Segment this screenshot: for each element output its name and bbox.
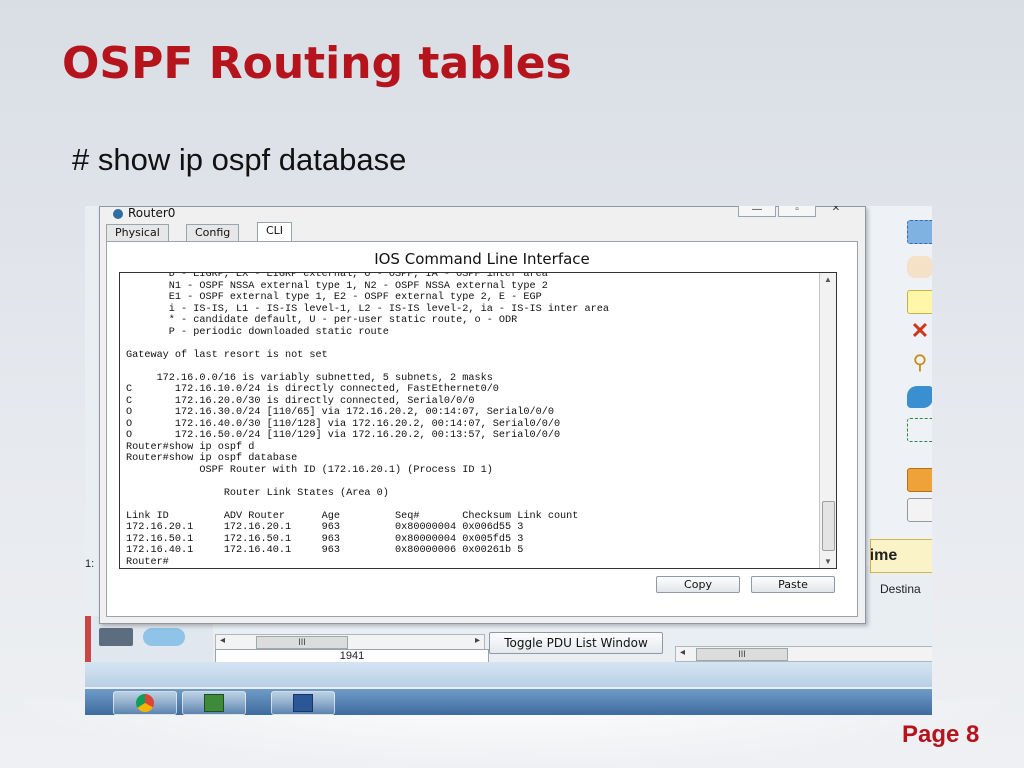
paste-button[interactable]: Paste bbox=[751, 576, 835, 593]
realtime-mode-tab[interactable]: altime bbox=[870, 539, 932, 573]
delete-tool-icon[interactable]: ✕ bbox=[907, 320, 932, 342]
word-taskbar-button[interactable] bbox=[271, 691, 335, 715]
scroll-up-arrow-icon[interactable]: ▲ bbox=[824, 275, 832, 284]
cli-heading: IOS Command Line Interface bbox=[374, 250, 590, 268]
pdu-scroll-left-arrow-icon[interactable]: ◂ bbox=[680, 647, 685, 658]
zoom-tool-icon[interactable]: ⚲ bbox=[907, 352, 932, 374]
cli-console[interactable]: D - EIGRP, EX - EIGRP external, O - OSPF… bbox=[119, 272, 837, 569]
side-label: 1: bbox=[85, 558, 95, 570]
page-number: Page 8 bbox=[902, 721, 980, 748]
scroll-left-arrow-icon[interactable]: ◂ bbox=[220, 635, 225, 646]
console-scroll-thumb[interactable] bbox=[822, 501, 835, 551]
note-tool-icon[interactable] bbox=[907, 290, 932, 314]
realtime-label: altime bbox=[870, 547, 898, 564]
copy-button[interactable]: Copy bbox=[656, 576, 740, 593]
chrome-taskbar-button[interactable] bbox=[113, 691, 177, 715]
packet-tracer-taskbar-button[interactable] bbox=[182, 691, 246, 715]
resize-tool-icon[interactable] bbox=[907, 418, 932, 442]
scroll-right-arrow-icon[interactable]: ▸ bbox=[475, 635, 480, 646]
pdu-scroll-thumb[interactable]: III bbox=[696, 648, 788, 661]
packet-tracer-icon bbox=[204, 694, 224, 712]
device-list-scrollbar[interactable]: ◂ III ▸ bbox=[215, 634, 485, 650]
tab-cli[interactable]: CLI bbox=[257, 222, 293, 242]
router-window-icon bbox=[112, 207, 124, 219]
add-simple-pdu-icon[interactable] bbox=[907, 468, 932, 492]
tab-config[interactable]: Config bbox=[186, 224, 240, 241]
packet-tracer-screenshot: ✕ ⚲ altime Destina 1: ◂ III ▸ 1941 Toggl… bbox=[85, 206, 932, 715]
word-icon bbox=[293, 694, 313, 712]
close-button[interactable]: ✕ bbox=[818, 206, 854, 215]
minimize-button[interactable]: — bbox=[738, 206, 776, 217]
scroll-down-arrow-icon[interactable]: ▼ bbox=[824, 557, 832, 566]
cli-panel: IOS Command Line Interface D - EIGRP, EX… bbox=[106, 241, 858, 617]
slide-title: OSPF Routing tables bbox=[62, 38, 572, 89]
maximize-button[interactable]: ▫ bbox=[778, 206, 816, 217]
slide-bullet: # show ip ospf database bbox=[72, 142, 407, 177]
select-tool-icon[interactable] bbox=[907, 220, 932, 244]
window-title: Router0 bbox=[128, 206, 176, 220]
scroll-thumb[interactable]: III bbox=[256, 636, 348, 649]
add-complex-pdu-icon[interactable] bbox=[907, 498, 932, 522]
lower-workspace-strip bbox=[85, 662, 932, 687]
console-scrollbar[interactable]: ▲ ▼ bbox=[819, 273, 836, 568]
palette-tool-icon[interactable] bbox=[907, 386, 932, 408]
destination-column-header: Destina bbox=[880, 582, 921, 596]
tab-physical[interactable]: Physical bbox=[106, 224, 169, 241]
cloud-device-icon[interactable] bbox=[143, 628, 185, 646]
toggle-pdu-list-button[interactable]: Toggle PDU List Window bbox=[489, 632, 663, 654]
hand-tool-icon[interactable] bbox=[907, 256, 932, 278]
device-panel-edge bbox=[85, 616, 91, 662]
router-window: Router0 — ▫ ✕ Physical Config CLI IOS Co… bbox=[99, 206, 866, 624]
pdu-list-scrollbar[interactable]: ◂ III bbox=[675, 646, 932, 662]
chrome-icon bbox=[136, 694, 154, 712]
console-output: D - EIGRP, EX - EIGRP external, O - OSPF… bbox=[126, 272, 609, 568]
switch-device-icon[interactable] bbox=[99, 628, 133, 646]
